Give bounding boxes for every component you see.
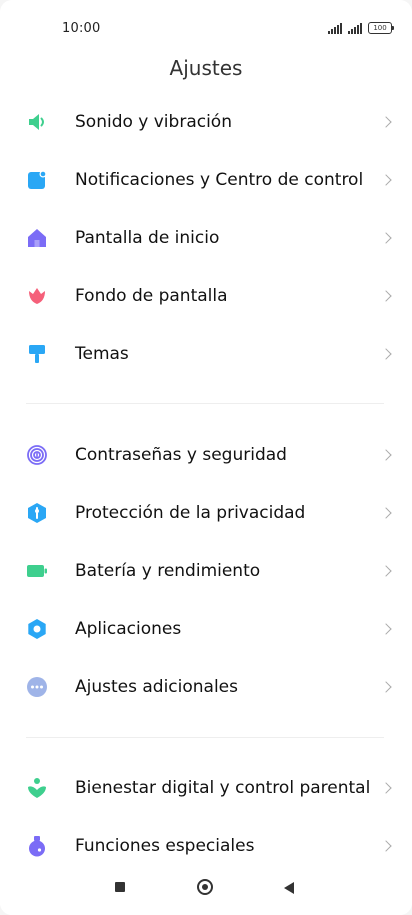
chevron-right-icon bbox=[380, 348, 392, 360]
notification-icon bbox=[28, 170, 47, 189]
status-icons: 100 bbox=[328, 22, 394, 34]
speaker-icon bbox=[29, 114, 44, 130]
chevron-right-icon bbox=[380, 623, 392, 635]
signal-2-icon bbox=[348, 22, 362, 34]
wellbeing-icon bbox=[28, 778, 46, 798]
settings-item-notifications[interactable]: Notificaciones y Centro de control bbox=[0, 151, 412, 209]
chevron-right-icon bbox=[380, 290, 392, 302]
signal-1-icon bbox=[328, 22, 342, 34]
settings-item-label: Sonido y vibración bbox=[75, 112, 232, 132]
settings-item-label: Batería y rendimiento bbox=[75, 561, 261, 581]
home-button[interactable] bbox=[197, 879, 213, 895]
chevron-right-icon bbox=[380, 782, 392, 794]
status-bar: 10:00 100 bbox=[0, 0, 412, 60]
settings-item-label: Aplicaciones bbox=[75, 619, 182, 639]
brush-icon bbox=[29, 345, 45, 363]
settings-item-digital-wellbeing[interactable]: Bienestar digital y control parental bbox=[0, 759, 412, 817]
settings-item-sound[interactable]: Sonido y vibración bbox=[0, 93, 412, 151]
section-divider bbox=[26, 403, 384, 404]
chevron-right-icon bbox=[380, 174, 392, 186]
battery-icon bbox=[27, 565, 47, 577]
settings-item-privacy[interactable]: Protección de la privacidad bbox=[0, 484, 412, 542]
settings-item-label: Funciones especiales bbox=[75, 836, 255, 856]
settings-item-label: Bienestar digital y control parental bbox=[75, 778, 371, 798]
fingerprint-icon bbox=[27, 445, 47, 465]
battery-status-icon: 100 bbox=[368, 22, 394, 34]
settings-item-themes[interactable]: Temas bbox=[0, 325, 412, 383]
tulip-icon bbox=[29, 288, 45, 304]
back-button[interactable] bbox=[284, 882, 294, 894]
settings-item-label: Notificaciones y Centro de control bbox=[75, 170, 364, 190]
chevron-right-icon bbox=[380, 116, 392, 128]
settings-item-label: Contraseñas y seguridad bbox=[75, 445, 287, 465]
page-title: Ajustes bbox=[169, 56, 243, 80]
gear-icon bbox=[28, 619, 46, 639]
home-icon bbox=[28, 229, 46, 247]
settings-item-label: Temas bbox=[75, 344, 129, 364]
settings-item-additional[interactable]: Ajustes adicionales bbox=[0, 658, 412, 716]
more-icon bbox=[27, 677, 47, 697]
settings-item-label: Protección de la privacidad bbox=[75, 503, 306, 523]
settings-screen: 10:00 100 Ajustes Sonido y vibración Not… bbox=[0, 0, 412, 915]
settings-item-home-screen[interactable]: Pantalla de inicio bbox=[0, 209, 412, 267]
recent-apps-button[interactable] bbox=[115, 882, 125, 892]
potion-icon bbox=[29, 836, 45, 857]
chevron-right-icon bbox=[380, 449, 392, 461]
settings-item-wallpaper[interactable]: Fondo de pantalla bbox=[0, 267, 412, 325]
shield-icon bbox=[28, 503, 46, 523]
section-divider bbox=[26, 737, 384, 738]
settings-item-label: Pantalla de inicio bbox=[75, 228, 220, 248]
status-time: 10:00 bbox=[62, 21, 101, 36]
settings-item-passwords-security[interactable]: Contraseñas y seguridad bbox=[0, 426, 412, 484]
settings-item-label: Ajustes adicionales bbox=[75, 677, 239, 697]
chevron-right-icon bbox=[380, 565, 392, 577]
chevron-right-icon bbox=[380, 232, 392, 244]
settings-item-apps[interactable]: Aplicaciones bbox=[0, 600, 412, 658]
chevron-right-icon bbox=[380, 681, 392, 693]
settings-item-battery[interactable]: Batería y rendimiento bbox=[0, 542, 412, 600]
navigation-bar bbox=[0, 865, 412, 915]
chevron-right-icon bbox=[380, 840, 392, 852]
chevron-right-icon bbox=[380, 507, 392, 519]
settings-item-label: Fondo de pantalla bbox=[75, 286, 228, 306]
battery-level: 100 bbox=[373, 24, 387, 32]
